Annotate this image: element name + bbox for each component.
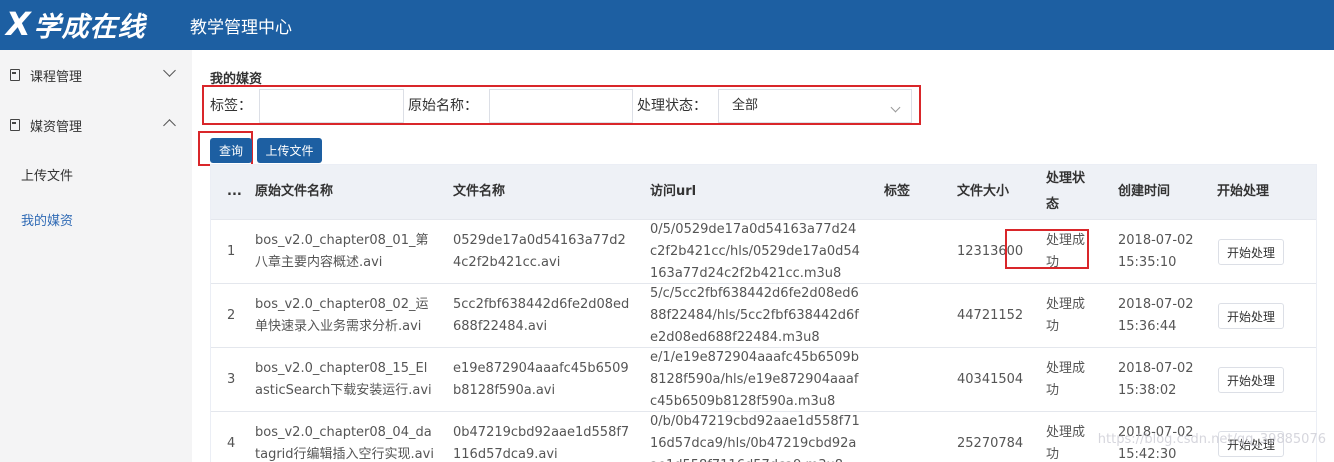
- created-time: 2018-07-02 15:36:44: [1118, 297, 1194, 334]
- col-url: 访问url: [650, 184, 697, 199]
- sidebar-item-upload-file[interactable]: 上传文件: [21, 165, 73, 184]
- original-file-name: bos_v2.0_chapter08_01_第八章主要内容概述.avi: [255, 233, 429, 270]
- file-size: 25270784: [957, 436, 1024, 451]
- file-size: 40341504: [957, 372, 1024, 387]
- access-url: 0/5/0529de17a0d54163a77d24c2f2b421cc/hls…: [650, 222, 860, 281]
- original-name-input[interactable]: [489, 89, 633, 123]
- access-url: 0/b/0b47219cbd92aae1d558f7116d57dca9/hls…: [650, 414, 860, 462]
- upload-file-button[interactable]: 上传文件: [257, 138, 322, 163]
- tag-input[interactable]: [259, 89, 404, 123]
- status-select[interactable]: 全部: [718, 89, 912, 123]
- document-icon: [10, 119, 20, 131]
- original-file-name: bos_v2.0_chapter08_04_datagrid行编辑插入空行实现.…: [255, 425, 434, 462]
- row-index: 1: [227, 244, 236, 259]
- media-table: ... 原始文件名称 文件名称 访问url 标签 文件大小 处理状态 创建时间 …: [210, 164, 1317, 462]
- action-highlight-box: [1005, 229, 1089, 269]
- original-name-label: 原始名称：: [408, 98, 478, 114]
- chevron-down-icon: [890, 102, 901, 113]
- file-name: 0b47219cbd92aae1d558f7116d57dca9.avi: [453, 425, 630, 462]
- col-index: ...: [227, 184, 242, 199]
- row-index: 2: [227, 308, 236, 323]
- start-process-button[interactable]: 开始处理: [1218, 303, 1284, 329]
- row-index: 3: [227, 372, 236, 387]
- logo-mark: X: [6, 5, 32, 43]
- access-url: 5/c/5cc2fbf638442d6fe2d08ed688f22484/hls…: [650, 286, 859, 345]
- site-logo[interactable]: X 学成在线: [6, 5, 146, 43]
- query-button[interactable]: 查询: [210, 138, 252, 163]
- tag-cell: [884, 348, 944, 412]
- sidebar: 课程管理 媒资管理 上传文件 我的媒资: [0, 50, 192, 462]
- process-status: 处理成功: [1046, 361, 1086, 398]
- status-select-value: 全部: [732, 98, 759, 113]
- col-size: 文件大小: [957, 184, 1010, 199]
- process-status: 处理成功: [1046, 297, 1086, 334]
- start-process-button[interactable]: 开始处理: [1218, 367, 1284, 393]
- status-label: 处理状态：: [637, 98, 707, 114]
- menu-label: 媒资管理: [30, 119, 83, 135]
- created-time: 2018-07-02 15:35:10: [1118, 233, 1194, 270]
- file-name: 5cc2fbf638442d6fe2d08ed688f22484.avi: [453, 297, 630, 334]
- col-status: 处理状态: [1046, 171, 1086, 212]
- tag-cell: [884, 220, 944, 284]
- sidebar-item-my-media[interactable]: 我的媒资: [21, 210, 73, 229]
- menu-course-management[interactable]: 课程管理: [0, 55, 192, 95]
- document-icon: [10, 69, 20, 81]
- logo-text: 学成在线: [33, 11, 146, 43]
- chevron-down-icon: [163, 64, 176, 77]
- table-header: ... 原始文件名称 文件名称 访问url 标签 文件大小 处理状态 创建时间 …: [211, 165, 1316, 219]
- menu-label: 课程管理: [30, 69, 83, 85]
- created-time: 2018-07-02 15:38:02: [1118, 361, 1194, 398]
- col-created: 创建时间: [1118, 184, 1171, 199]
- col-tag: 标签: [884, 184, 911, 199]
- file-name: 0529de17a0d54163a77d24c2f2b421cc.avi: [453, 233, 626, 270]
- original-file-name: bos_v2.0_chapter08_02_运单快速录入业务需求分析.avi: [255, 297, 429, 334]
- menu-media-management[interactable]: 媒资管理: [0, 105, 192, 145]
- access-url: e/1/e19e872904aaafc45b6509b8128f590a/hls…: [650, 350, 859, 409]
- chevron-up-icon: [163, 119, 176, 132]
- col-action: 开始处理: [1217, 184, 1270, 199]
- tag-cell: [884, 284, 944, 348]
- system-title: 教学管理中心: [190, 18, 292, 38]
- table-row: 1 bos_v2.0_chapter08_01_第八章主要内容概述.avi 0529…: [211, 219, 1316, 284]
- file-size: 44721152: [957, 308, 1024, 323]
- watermark: https://blog.csdn.net/qq_39885076: [1097, 432, 1326, 447]
- start-process-button[interactable]: 开始处理: [1218, 239, 1284, 265]
- col-original-name: 原始文件名称: [255, 184, 334, 199]
- tag-label: 标签：: [210, 98, 252, 114]
- original-file-name: bos_v2.0_chapter08_15_ElasticSearch下载安装运…: [255, 361, 432, 398]
- table-row: 2 bos_v2.0_chapter08_02_运单快速录入业务需求分析.avi 5…: [211, 283, 1316, 348]
- row-index: 4: [227, 436, 236, 451]
- col-file-name: 文件名称: [453, 184, 506, 199]
- table-row: 3 bos_v2.0_chapter08_15_ElasticSearch下载安装…: [211, 347, 1316, 412]
- top-header: X 学成在线 教学管理中心: [0, 0, 1334, 50]
- tag-cell: [884, 412, 944, 462]
- process-status: 处理成功: [1046, 425, 1086, 462]
- file-name: e19e872904aaafc45b6509b8128f590a.avi: [453, 361, 629, 398]
